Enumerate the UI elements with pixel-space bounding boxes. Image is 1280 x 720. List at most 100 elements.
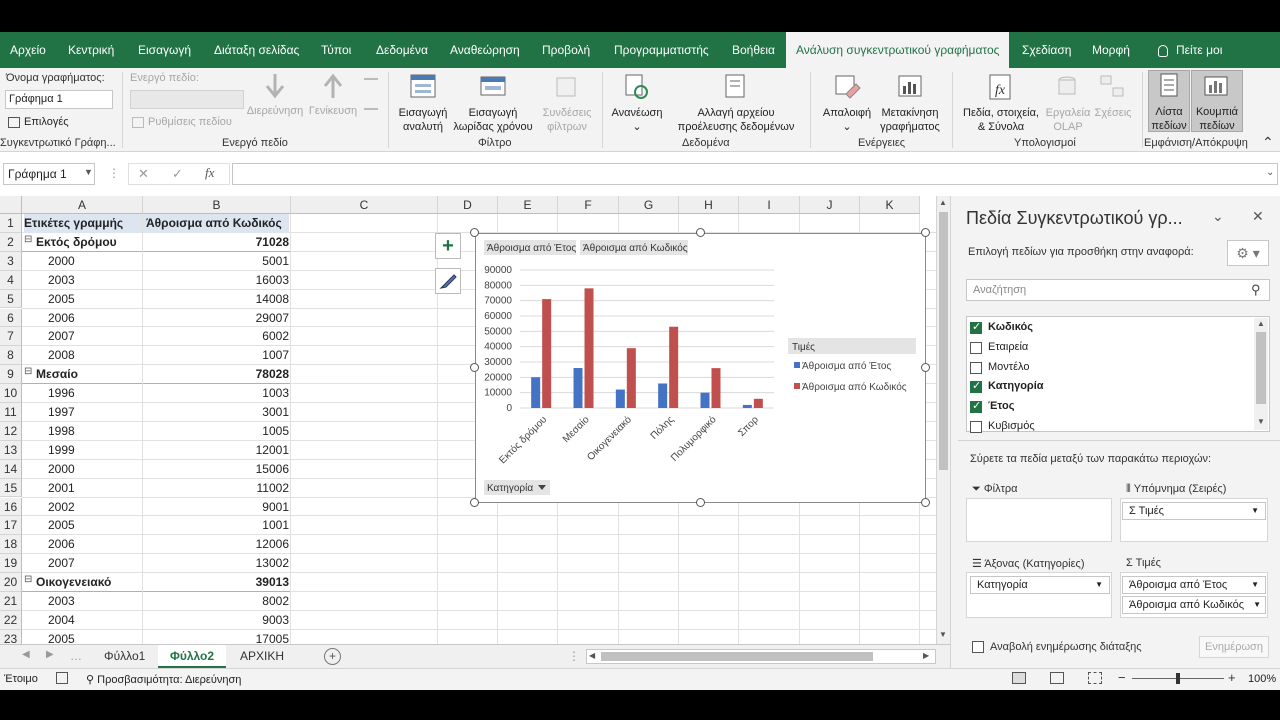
scroll-left-icon[interactable]: ◀ [589, 651, 595, 660]
cell-value[interactable]: 1005 [143, 422, 289, 441]
field-list-button[interactable]: Λίστα πεδίων [1148, 70, 1190, 132]
field-buttons-button[interactable]: Κουμπιά πεδίων [1191, 70, 1243, 132]
tell-me[interactable]: Πείτε μοι [1148, 32, 1232, 68]
formula-input[interactable] [232, 163, 1278, 185]
cell-value[interactable]: 1001 [143, 516, 289, 535]
row-header[interactable]: 12 [0, 421, 22, 441]
cell-value[interactable]: 29007 [143, 309, 289, 328]
page-break-view-icon[interactable] [1088, 672, 1102, 684]
field-checkbox[interactable]: ✓ [970, 400, 982, 414]
field-item[interactable]: Εταιρεία [970, 338, 1250, 358]
resize-handle[interactable] [695, 228, 705, 237]
enter-icon[interactable]: ✓ [172, 166, 183, 182]
collapse-group-icon[interactable]: ⊟ [24, 366, 32, 377]
prev-sheet-icon[interactable]: ◀ [22, 649, 30, 660]
options-button[interactable]: Επιλογές [8, 115, 69, 129]
row-header[interactable]: 2 [0, 232, 22, 252]
page-layout-view-icon[interactable] [1050, 672, 1064, 684]
collapse-ribbon-icon[interactable]: ⌃ [1262, 134, 1274, 151]
zoom-out-icon[interactable]: − [1118, 670, 1126, 685]
cell-value[interactable]: 9001 [143, 498, 289, 517]
name-box-dropdown-icon[interactable]: ▼ [84, 167, 93, 177]
tab-split-icon[interactable]: ⋮ [568, 649, 580, 663]
horizontal-scroll-thumb[interactable] [601, 652, 873, 661]
relationships-button[interactable]: Σχέσεις [1090, 72, 1136, 120]
row-header[interactable]: 6 [0, 308, 22, 328]
row-header[interactable]: 23 [0, 629, 22, 644]
macro-record-icon[interactable] [56, 672, 68, 684]
scroll-up-icon[interactable]: ▲ [939, 198, 947, 207]
column-header[interactable]: I [739, 196, 800, 214]
resize-handle[interactable] [921, 363, 930, 372]
column-header[interactable]: F [558, 196, 619, 214]
field-settings-button[interactable]: Ρυθμίσεις πεδίου [132, 115, 232, 129]
zoom-in-icon[interactable]: + [1228, 670, 1236, 685]
resize-handle[interactable] [470, 228, 479, 237]
cell-label[interactable]: Μεσαίο [36, 365, 155, 384]
scroll-up-icon[interactable]: ▲ [1257, 319, 1265, 328]
values-field-2[interactable]: Άθροισμα από Κωδικός ▼ [1122, 596, 1266, 614]
expand-formula-bar-icon[interactable]: ⌄ [1266, 167, 1274, 178]
zoom-slider-thumb[interactable] [1176, 673, 1180, 684]
cell-value[interactable]: 16003 [143, 271, 289, 290]
resize-handle[interactable] [921, 498, 930, 507]
field-item[interactable]: ✓ Κωδικός [970, 318, 1250, 338]
field-search-input[interactable]: Αναζήτηση ⚲ [966, 279, 1270, 301]
defer-update-checkbox[interactable] [972, 641, 984, 653]
select-all-corner[interactable] [0, 196, 22, 214]
insert-slicer-button[interactable]: Εισαγωγή αναλυτή [392, 72, 454, 134]
cell-value[interactable]: 15006 [143, 460, 289, 479]
row-header[interactable]: 18 [0, 535, 22, 555]
column-header[interactable]: A [22, 196, 143, 214]
field-list-scroll-thumb[interactable] [1256, 332, 1266, 404]
chart-styles-button[interactable] [435, 268, 461, 294]
cell-value[interactable]: 71028 [143, 233, 289, 252]
tab-review[interactable]: Αναθεώρηση [440, 32, 530, 68]
cell-value[interactable]: 11002 [143, 479, 289, 498]
update-button[interactable]: Ενημέρωση [1199, 636, 1269, 658]
next-sheet-icon[interactable]: ▶ [46, 649, 54, 660]
column-header[interactable]: D [438, 196, 498, 214]
field-checkbox[interactable]: ✓ [970, 321, 982, 334]
value-field-button-label[interactable]: Άθροισμα από Κωδικός [583, 242, 688, 254]
column-header[interactable]: J [800, 196, 860, 214]
row-header[interactable]: 20 [0, 573, 22, 592]
cell-value[interactable]: 1007 [143, 346, 289, 365]
tab-developer[interactable]: Προγραμματιστής [604, 32, 719, 68]
olap-tools-button[interactable]: Εργαλεία OLAP [1040, 72, 1096, 134]
normal-view-icon[interactable] [1012, 672, 1026, 684]
sheet-tab-2[interactable]: Φύλλο2 [158, 645, 227, 668]
row-header[interactable]: 3 [0, 251, 22, 271]
resize-handle[interactable] [921, 228, 930, 237]
cell-value[interactable]: 39013 [143, 573, 289, 592]
resize-handle[interactable] [470, 498, 479, 507]
row-header[interactable]: 8 [0, 346, 22, 366]
field-item[interactable]: Κυβισμός [970, 417, 1250, 437]
cell-value[interactable]: 78028 [143, 365, 289, 384]
drill-down-button[interactable]: Διερεύνηση [244, 72, 306, 118]
column-header[interactable]: K [860, 196, 920, 214]
field-item[interactable]: ✓ Έτος [970, 397, 1250, 417]
cell-value[interactable]: 12001 [143, 441, 289, 460]
accessibility-status[interactable]: ⚲ Προσβασιμότητα: Διερεύνηση [86, 673, 241, 686]
tab-insert[interactable]: Εισαγωγή [128, 32, 201, 68]
row-header[interactable]: 15 [0, 478, 22, 498]
clear-button[interactable]: Απαλοιφή ⌄ [816, 72, 878, 134]
collapse-group-icon[interactable]: ⊟ [24, 574, 32, 585]
cell-value[interactable]: 8002 [143, 592, 289, 611]
cancel-icon[interactable]: ✕ [138, 166, 149, 182]
cell-value[interactable]: 5001 [143, 252, 289, 271]
cell-label[interactable]: Ετικέτες γραμμής [24, 214, 143, 233]
cell-value[interactable]: 13002 [143, 554, 289, 573]
active-field-input[interactable] [130, 90, 244, 109]
axis-field-button-label[interactable]: Κατηγορία [487, 482, 533, 494]
tab-formulas[interactable]: Τύποι [311, 32, 361, 68]
cell-value[interactable]: 1003 [143, 384, 289, 403]
sheet-tab-3[interactable]: ΑΡΧΙΚΗ [228, 645, 296, 668]
tab-file[interactable]: Αρχείο [0, 32, 56, 68]
column-header[interactable]: G [619, 196, 679, 214]
column-header[interactable]: E [498, 196, 558, 214]
field-list-scrollbar[interactable]: ▲ ▼ [1254, 318, 1268, 430]
zoom-level[interactable]: 100% [1248, 673, 1276, 685]
tab-data[interactable]: Δεδομένα [366, 32, 438, 68]
